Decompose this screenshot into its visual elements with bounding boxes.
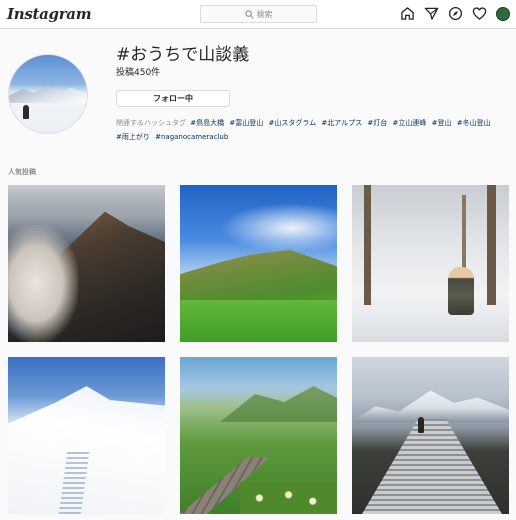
post-thumbnail[interactable] xyxy=(180,357,337,514)
boardwalk xyxy=(362,419,502,514)
page-title: #おうちで山談義 xyxy=(116,45,250,65)
popular-posts-grid xyxy=(8,185,509,515)
search-icon xyxy=(244,9,253,18)
hashtag-cover-image xyxy=(8,54,88,134)
related-hashtag-link[interactable]: #雨上がり xyxy=(116,133,150,141)
popular-posts-heading: 人気投稿 xyxy=(8,168,36,176)
explore-compass-icon[interactable] xyxy=(448,6,463,21)
related-hashtag-link[interactable]: #富山登山 xyxy=(229,119,263,127)
cloud-sea xyxy=(8,225,78,342)
related-hashtags-label: 関連するハッシュタグ xyxy=(116,119,186,127)
nav-icon-group xyxy=(400,6,510,21)
top-navigation-bar: Instagram 検索 xyxy=(0,0,516,29)
related-hashtag-link[interactable]: #冬山登山 xyxy=(457,119,491,127)
instagram-logo[interactable]: Instagram xyxy=(7,5,92,23)
snow-mountain-ridge xyxy=(9,85,87,103)
related-hashtag-link[interactable]: #立山連峰 xyxy=(392,119,426,127)
sky-cloud xyxy=(220,203,337,253)
snow-ground xyxy=(352,305,509,342)
direct-message-icon[interactable] xyxy=(424,6,439,21)
post-thumbnail[interactable] xyxy=(352,185,509,342)
hiker-figure xyxy=(23,105,29,119)
search-placeholder: 検索 xyxy=(256,9,273,19)
home-icon[interactable] xyxy=(400,6,415,21)
following-button[interactable]: フォロー中 xyxy=(116,90,230,107)
snow-slope xyxy=(8,386,165,514)
related-hashtag-link[interactable]: #naganocameraclub xyxy=(155,133,228,141)
sky-cloud xyxy=(8,185,165,220)
related-hashtag-link[interactable]: #灯台 xyxy=(367,119,387,127)
green-mountain xyxy=(220,386,337,422)
snowy-peaks xyxy=(352,390,509,422)
related-hashtag-link[interactable]: #山スタグラム xyxy=(268,119,316,127)
activity-heart-icon[interactable] xyxy=(472,6,487,21)
green-meadow xyxy=(180,300,337,342)
related-hashtags: 関連するハッシュタグ #鳥島大橋 #富山登山 #山スタグラム #北アルプス #灯… xyxy=(116,116,512,144)
post-thumbnail[interactable] xyxy=(8,185,165,342)
hiker-figure xyxy=(418,417,424,433)
wildflowers xyxy=(240,482,337,514)
related-hashtag-link[interactable]: #登山 xyxy=(432,119,452,127)
post-thumbnail[interactable] xyxy=(8,357,165,514)
post-thumbnail[interactable] xyxy=(352,357,509,514)
hiker-figure xyxy=(448,267,474,315)
post-thumbnail[interactable] xyxy=(180,185,337,342)
related-hashtag-link[interactable]: #北アルプス xyxy=(321,119,362,127)
post-count: 投稿450件 xyxy=(116,68,161,78)
search-input[interactable]: 検索 xyxy=(200,5,317,23)
related-hashtag-link[interactable]: #鳥島大橋 xyxy=(190,119,224,127)
profile-avatar[interactable] xyxy=(496,6,510,21)
